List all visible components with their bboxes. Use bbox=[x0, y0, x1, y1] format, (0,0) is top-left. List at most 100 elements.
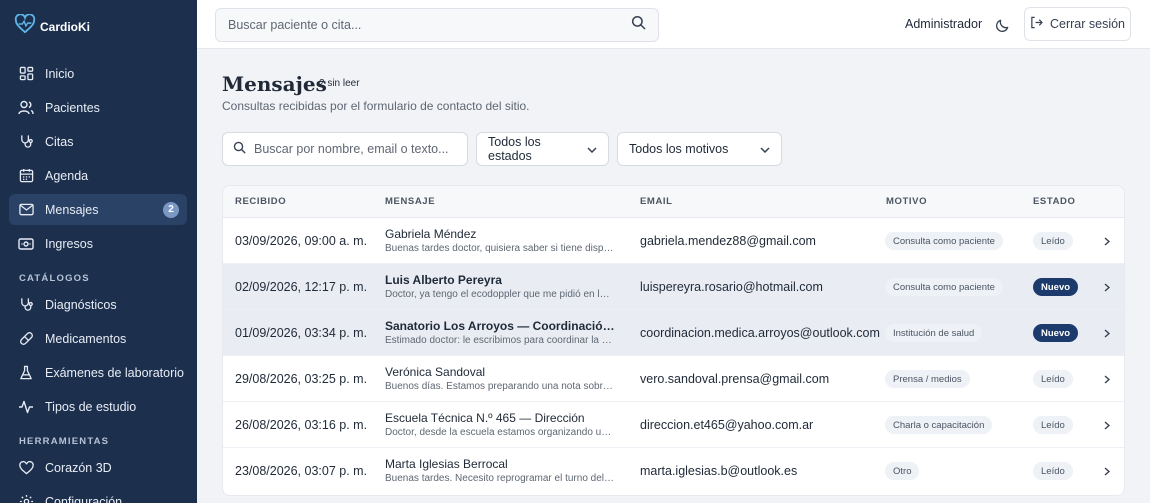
status-badge: Leído bbox=[1033, 232, 1073, 250]
message-snippet: Estimado doctor: le escribimos para coor… bbox=[385, 335, 615, 346]
brand-logo[interactable]: CardioKi bbox=[14, 13, 91, 39]
message-snippet: Doctor, desde la escuela estamos organiz… bbox=[385, 427, 615, 438]
reason-badge: Institución de salud bbox=[885, 324, 983, 342]
unread-count-badge: 2 bbox=[163, 201, 179, 218]
column-header-email[interactable]: EMAIL bbox=[640, 196, 673, 207]
column-header-received[interactable]: RECIBIDO bbox=[235, 196, 286, 207]
sender-name: Verónica Sandoval bbox=[385, 365, 486, 379]
received-date: 23/08/2026, 03:07 p. m. bbox=[235, 464, 368, 478]
sender-name: Escuela Técnica N.º 465 — Dirección bbox=[385, 411, 585, 425]
sender-email: vero.sandoval.prensa@gmail.com bbox=[640, 372, 830, 386]
topbar: Buscar paciente o cita... Administrador … bbox=[197, 0, 1150, 49]
page-subtitle: Consultas recibidas por el formulario de… bbox=[222, 99, 530, 113]
chevron-right-icon[interactable] bbox=[1102, 419, 1112, 431]
sidebar-item-agenda[interactable]: Agenda bbox=[9, 160, 187, 191]
message-snippet: Doctor, ya tengo el ecodoppler que me pi… bbox=[385, 289, 615, 300]
table-row[interactable]: 01/09/2026, 03:34 p. m. Sanatorio Los Ar… bbox=[223, 310, 1124, 356]
sidebar-item-label: Diagnósticos bbox=[45, 297, 117, 312]
received-date: 29/08/2026, 03:25 p. m. bbox=[235, 372, 368, 386]
table-row[interactable]: 02/09/2026, 12:17 p. m. Luis Alberto Per… bbox=[223, 264, 1124, 310]
sender-name: Sanatorio Los Arroyos — Coordinación méd… bbox=[385, 319, 615, 333]
reason-badge: Charla o capacitación bbox=[885, 416, 993, 434]
reason-filter-select[interactable]: Todos los motivos bbox=[617, 132, 782, 166]
chevron-right-icon[interactable] bbox=[1102, 373, 1112, 385]
table-header: RECIBIDO MENSAJE EMAIL MOTIVO ESTADO bbox=[223, 186, 1124, 218]
status-badge: Leído bbox=[1033, 370, 1073, 388]
section-catalogos-label: CATÁLOGOS bbox=[19, 273, 90, 284]
sidebar-item-label: Medicamentos bbox=[45, 331, 127, 346]
message-snippet: Buenas tardes doctor, quisiera saber si … bbox=[385, 243, 615, 254]
stethoscope-icon bbox=[18, 134, 34, 150]
logout-label: Cerrar sesión bbox=[1049, 17, 1126, 31]
status-badge: Leído bbox=[1033, 462, 1073, 480]
message-snippet: Buenas tardes. Necesito reprogramar el t… bbox=[385, 473, 615, 484]
sidebar-item-label: Mensajes bbox=[45, 202, 99, 217]
received-date: 01/09/2026, 03:34 p. m. bbox=[235, 326, 368, 340]
chevron-right-icon[interactable] bbox=[1102, 327, 1112, 339]
dashboard-icon bbox=[18, 66, 34, 82]
table-row[interactable]: 29/08/2026, 03:25 p. m. Verónica Sandova… bbox=[223, 356, 1124, 402]
reason-badge: Consulta como paciente bbox=[885, 278, 1003, 296]
sidebar-item-inicio[interactable]: Inicio bbox=[9, 58, 187, 89]
chevron-right-icon[interactable] bbox=[1102, 235, 1112, 247]
current-user-name: Administrador bbox=[905, 17, 983, 31]
sidebar-item-corazon-3d[interactable]: Corazón 3D bbox=[9, 452, 187, 483]
unread-count-label: 2 sin leer bbox=[319, 78, 360, 89]
message-snippet: Buenos días. Estamos preparando una nota… bbox=[385, 381, 615, 392]
sidebar-item-label: Corazón 3D bbox=[45, 460, 112, 475]
chevron-down-icon bbox=[587, 142, 597, 156]
status-badge: Nuevo bbox=[1033, 324, 1079, 342]
sidebar-item-medicamentos[interactable]: Medicamentos bbox=[9, 323, 187, 354]
received-date: 03/09/2026, 09:00 a. m. bbox=[235, 234, 368, 248]
column-header-reason[interactable]: MOTIVO bbox=[886, 196, 927, 207]
table-row[interactable]: 03/09/2026, 09:00 a. m. Gabriela Méndez … bbox=[223, 218, 1124, 264]
heart-pulse-logo-icon bbox=[14, 13, 36, 39]
global-search-input[interactable]: Buscar paciente o cita... bbox=[215, 8, 659, 42]
sender-name: Marta Iglesias Berrocal bbox=[385, 457, 508, 471]
sidebar-item-label: Pacientes bbox=[45, 100, 100, 115]
sidebar-item-label: Inicio bbox=[45, 66, 75, 81]
sender-email: luispereyra.rosario@hotmail.com bbox=[640, 280, 823, 294]
calendar-icon bbox=[18, 168, 34, 184]
chevron-down-icon bbox=[760, 142, 770, 156]
sidebar-item-label: Exámenes de laboratorio bbox=[45, 365, 184, 380]
message-icon bbox=[18, 202, 34, 218]
message-search-placeholder: Buscar por nombre, email o texto... bbox=[254, 142, 449, 156]
sidebar-item-examenes[interactable]: Exámenes de laboratorio bbox=[9, 357, 187, 388]
sidebar-item-diagnosticos[interactable]: Diagnósticos bbox=[9, 289, 187, 320]
sidebar: CardioKi Inicio Pacientes Citas Agenda M… bbox=[0, 0, 197, 503]
flask-icon bbox=[18, 365, 34, 381]
sidebar-item-mensajes[interactable]: Mensajes 2 bbox=[9, 194, 187, 225]
received-date: 02/09/2026, 12:17 p. m. bbox=[235, 280, 368, 294]
sidebar-item-label: Configuración bbox=[45, 494, 123, 503]
reason-badge: Otro bbox=[885, 462, 920, 480]
theme-toggle-moon-icon[interactable] bbox=[993, 16, 1011, 34]
cash-icon bbox=[18, 236, 34, 252]
sidebar-item-label: Tipos de estudio bbox=[45, 399, 137, 414]
sidebar-item-citas[interactable]: Citas bbox=[9, 126, 187, 157]
sidebar-item-configuracion[interactable]: Configuración bbox=[9, 486, 187, 503]
messages-table: RECIBIDO MENSAJE EMAIL MOTIVO ESTADO 03/… bbox=[222, 185, 1125, 496]
chevron-right-icon[interactable] bbox=[1102, 465, 1112, 477]
table-row[interactable]: 26/08/2026, 03:16 p. m. Escuela Técnica … bbox=[223, 402, 1124, 448]
logout-icon bbox=[1030, 16, 1043, 32]
message-search-input[interactable]: Buscar por nombre, email o texto... bbox=[222, 132, 468, 166]
sender-email: direccion.et465@yahoo.com.ar bbox=[640, 418, 814, 432]
status-filter-value: Todos los estados bbox=[488, 135, 541, 163]
chevron-right-icon[interactable] bbox=[1102, 281, 1112, 293]
search-icon[interactable] bbox=[631, 15, 646, 35]
brand-name: CardioKi bbox=[40, 19, 91, 34]
sidebar-item-pacientes[interactable]: Pacientes bbox=[9, 92, 187, 123]
sidebar-item-ingresos[interactable]: Ingresos bbox=[9, 228, 187, 259]
section-herramientas-label: HERRAMIENTAS bbox=[19, 436, 110, 447]
sender-email: coordinacion.medica.arroyos@outlook.com bbox=[640, 326, 880, 340]
sidebar-item-tipos-estudio[interactable]: Tipos de estudio bbox=[9, 391, 187, 422]
status-filter-select[interactable]: Todos los estados bbox=[476, 132, 609, 166]
search-icon bbox=[233, 141, 246, 157]
pulse-icon bbox=[18, 399, 34, 415]
received-date: 26/08/2026, 03:16 p. m. bbox=[235, 418, 368, 432]
table-row[interactable]: 23/08/2026, 03:07 p. m. Marta Iglesias B… bbox=[223, 448, 1124, 494]
logout-button[interactable]: Cerrar sesión bbox=[1024, 7, 1131, 41]
column-header-message[interactable]: MENSAJE bbox=[385, 196, 435, 207]
column-header-status[interactable]: ESTADO bbox=[1033, 196, 1075, 207]
